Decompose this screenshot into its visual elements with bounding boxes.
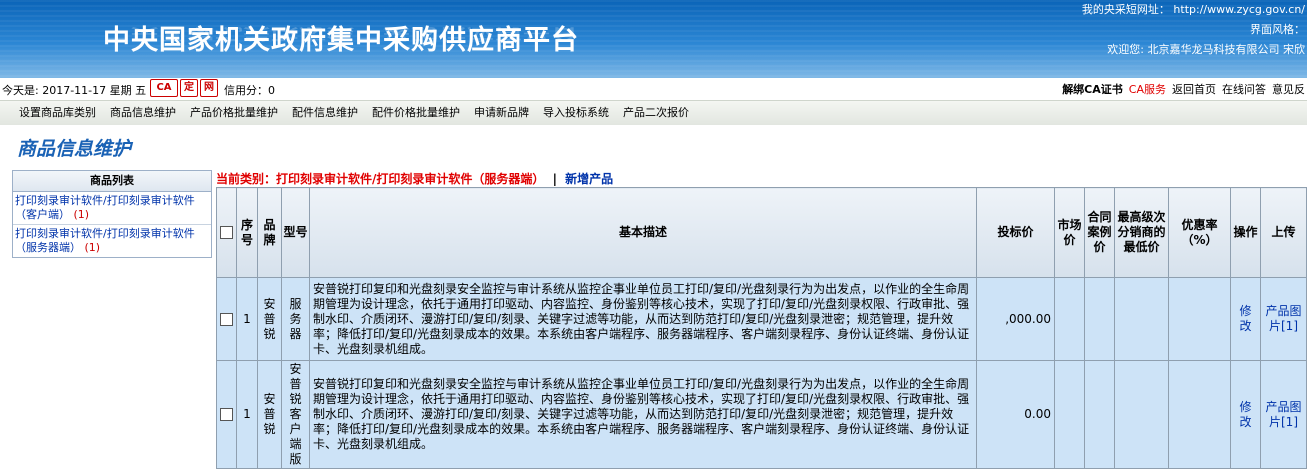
- ca-service-link[interactable]: CA服务: [1129, 81, 1166, 97]
- style-selector[interactable]: 界面风格：: [945, 20, 1305, 40]
- product-table: 序号 品牌 型号 基本描述 投标价 市场价 合同案例价 最高级次分销商的最低价 …: [216, 187, 1307, 469]
- qa-link[interactable]: 在线问答: [1222, 81, 1266, 97]
- current-category-label: 当前类别：打印刻录审计软件/打印刻录审计软件（服务器端）: [216, 172, 545, 186]
- header-discount: 优惠率（%）: [1168, 187, 1231, 278]
- row-lowest-price: [1114, 277, 1169, 361]
- main-nav: 设置商品库类别 商品信息维护 产品价格批量维护 配件信息维护 配件价格批量维护 …: [0, 100, 1307, 125]
- row-model: 安普锐客户端版: [281, 360, 310, 469]
- edit-link[interactable]: 修改: [1230, 360, 1261, 469]
- row-checkbox[interactable]: [220, 408, 233, 421]
- nav-item-second-quote[interactable]: 产品二次报价: [623, 101, 689, 125]
- product-list-item[interactable]: 打印刻录审计软件/打印刻录审计软件（服务器端） (1): [13, 225, 211, 257]
- row-bid-price: ,000.00: [976, 277, 1055, 361]
- row-lowest-price: [1114, 360, 1169, 469]
- table-header-row: 序号 品牌 型号 基本描述 投标价 市场价 合同案例价 最高级次分销商的最低价 …: [216, 187, 1307, 278]
- site-title-reflection: 中央国家机关政府集中采购供应商平台: [103, 25, 579, 43]
- credit-score: 信用分：0: [224, 84, 275, 97]
- header-user-info: 我的央采短网址： http://www.zycg.gov.cn/ 界面风格： 欢…: [945, 0, 1305, 60]
- unbind-ca-link[interactable]: 解绑CA证书: [1062, 81, 1123, 97]
- top-right-links: 解绑CA证书 CA服务 返回首页 在线问答 意见反: [1062, 81, 1305, 97]
- add-product-link[interactable]: 新增产品: [565, 172, 613, 186]
- row-brand: 安普锐: [257, 277, 282, 361]
- wang-icon[interactable]: 网: [200, 79, 218, 97]
- header-contract-price: 合同案例价: [1084, 187, 1115, 278]
- select-all-cell[interactable]: [216, 187, 237, 278]
- header-brand: 品牌: [257, 187, 282, 278]
- product-image-link[interactable]: 产品图片[1]: [1260, 360, 1307, 469]
- ding-icon[interactable]: 定: [180, 79, 198, 97]
- header-seq: 序号: [236, 187, 258, 278]
- row-checkbox[interactable]: [220, 312, 233, 326]
- header-market-price: 市场价: [1054, 187, 1085, 278]
- row-select-cell[interactable]: [216, 360, 237, 469]
- date-text: 今天是: 2017-11-17 星期 五: [2, 84, 147, 97]
- category-separator: |: [552, 172, 557, 186]
- table-row: 1 安普锐 服务器 安普锐打印复印和光盘刻录安全监控与审计系统从监控企事业单位员…: [216, 277, 1307, 361]
- product-list-panel: 商品列表 打印刻录审计软件/打印刻录审计软件（客户端） (1) 打印刻录审计软件…: [12, 170, 212, 258]
- welcome-text: 欢迎您: 北京嘉华龙马科技有限公司 宋欣: [1107, 43, 1305, 56]
- product-list-item[interactable]: 打印刻录审计软件/打印刻录审计软件（客户端） (1): [13, 192, 211, 225]
- row-brand: 安普锐: [257, 360, 282, 469]
- header-lowest-price: 最高级次分销商的最低价: [1114, 187, 1169, 278]
- nav-item-batch-price[interactable]: 产品价格批量维护: [190, 101, 278, 125]
- short-url-link[interactable]: http://www.zycg.gov.cn/: [1173, 3, 1305, 16]
- feedback-link[interactable]: 意见反: [1272, 81, 1305, 97]
- row-contract-price: [1084, 277, 1115, 361]
- row-market-price: [1054, 360, 1085, 469]
- site-header: 中央国家机关政府集中采购供应商平台 中央国家机关政府集中采购供应商平台 我的央采…: [0, 0, 1307, 78]
- product-list-title: 商品列表: [13, 171, 211, 192]
- nav-item-import-bid[interactable]: 导入投标系统: [543, 101, 609, 125]
- row-desc: 安普锐打印复印和光盘刻录安全监控与审计系统从监控企事业单位员工打印/复印/光盘刻…: [309, 360, 977, 469]
- select-all-checkbox[interactable]: [220, 226, 233, 239]
- current-category: 当前类别：打印刻录审计软件/打印刻录审计软件（服务器端） | 新增产品: [216, 170, 613, 187]
- product-image-link[interactable]: 产品图片[1]: [1260, 277, 1307, 361]
- table-row: 1 安普锐 安普锐客户端版 安普锐打印复印和光盘刻录安全监控与审计系统从监控企事…: [216, 360, 1307, 469]
- product-list-item-link[interactable]: 打印刻录审计软件/打印刻录审计软件（服务器端）: [15, 227, 195, 254]
- product-list-item-link[interactable]: 打印刻录审计软件/打印刻录审计软件（客户端）: [15, 194, 195, 221]
- row-desc: 安普锐打印复印和光盘刻录安全监控与审计系统从监控企事业单位员工打印/复印/光盘刻…: [309, 277, 977, 361]
- row-discount: [1168, 277, 1231, 361]
- row-contract-price: [1084, 360, 1115, 469]
- ca-icon-group: CA 定 网: [150, 79, 218, 97]
- header-desc: 基本描述: [309, 187, 977, 278]
- row-discount: [1168, 360, 1231, 469]
- product-list-item-count: (1): [84, 241, 101, 254]
- header-model: 型号: [281, 187, 310, 278]
- row-seq: 1: [236, 277, 258, 361]
- nav-item-accessory-batch-price[interactable]: 配件价格批量维护: [372, 101, 460, 125]
- row-select-cell[interactable]: [216, 277, 237, 361]
- nav-item-accessory-info[interactable]: 配件信息维护: [292, 101, 358, 125]
- header-action: 操作: [1230, 187, 1261, 278]
- nav-item-new-brand[interactable]: 申请新品牌: [474, 101, 529, 125]
- row-bid-price: 0.00: [976, 360, 1055, 469]
- product-list-item-count: (1): [73, 208, 90, 221]
- edit-link[interactable]: 修改: [1230, 277, 1261, 361]
- page-title: 商品信息维护: [17, 138, 132, 160]
- short-url-label: 我的央采短网址：: [1081, 3, 1170, 16]
- header-bid-price: 投标价: [976, 187, 1055, 278]
- header-upload: 上传: [1260, 187, 1307, 278]
- short-url-line: 我的央采短网址： http://www.zycg.gov.cn/: [945, 0, 1305, 20]
- nav-item-product-info[interactable]: 商品信息维护: [110, 101, 176, 125]
- home-link[interactable]: 返回首页: [1172, 81, 1216, 97]
- nav-item-category-settings[interactable]: 设置商品库类别: [19, 101, 96, 125]
- info-bar: 今天是: 2017-11-17 星期 五 CA 定 网 信用分：0 解绑CA证书…: [0, 78, 1307, 100]
- row-market-price: [1054, 277, 1085, 361]
- row-model: 服务器: [281, 277, 310, 361]
- ca-icon[interactable]: CA: [150, 79, 178, 97]
- row-seq: 1: [236, 360, 258, 469]
